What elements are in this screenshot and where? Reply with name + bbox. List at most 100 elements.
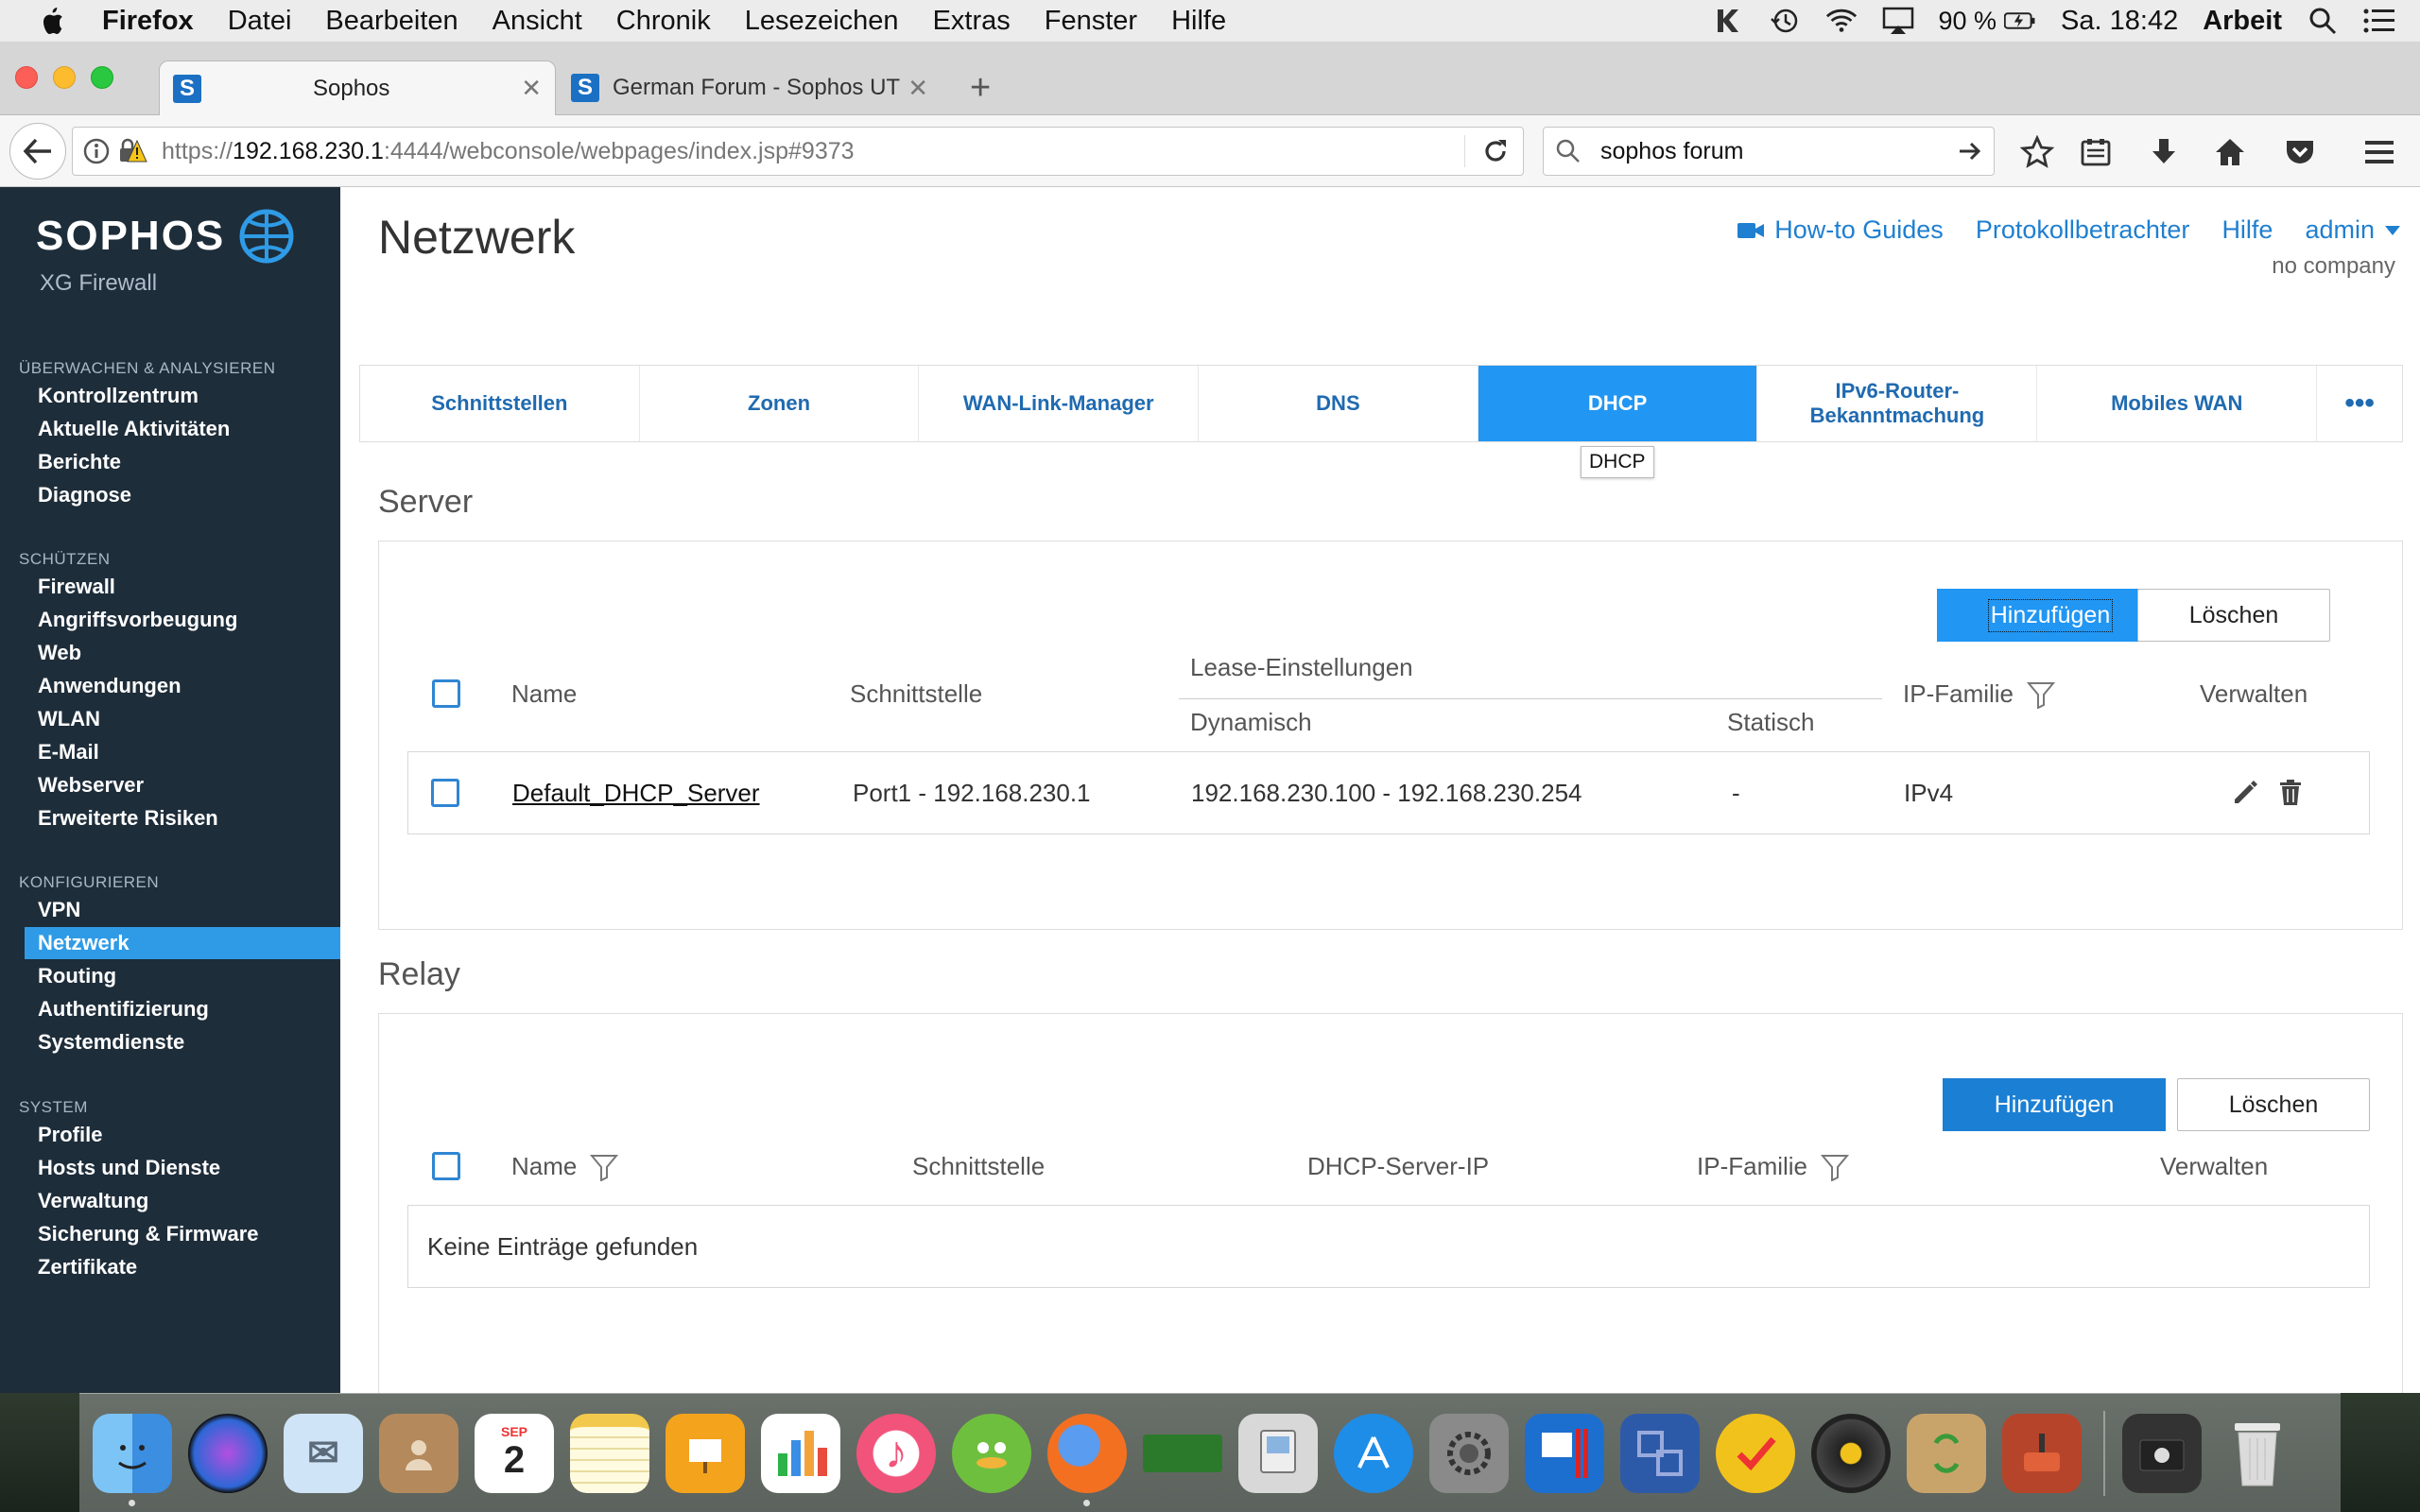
menu-fenster[interactable]: Fenster [1045, 6, 1137, 37]
reading-list-icon[interactable] [2078, 134, 2114, 170]
sidebar-item-hosts-und-dienste[interactable]: Hosts und Dienste [25, 1152, 340, 1184]
admin-menu[interactable]: admin [2305, 215, 2401, 245]
home-icon[interactable] [2212, 134, 2248, 170]
sidebar-item-kontrollzentrum[interactable]: Kontrollzentrum [25, 380, 340, 412]
virtual-network-icon[interactable] [1620, 1413, 1700, 1493]
sidebar-item-web[interactable]: Web [25, 637, 340, 669]
time-machine-icon[interactable] [1769, 5, 1801, 37]
delete-trash-icon[interactable] [2278, 779, 2303, 812]
col-header-name[interactable]: Name [511, 679, 577, 709]
itunes-icon[interactable]: ♪ [856, 1413, 936, 1493]
hamburger-menu-icon[interactable] [2361, 134, 2397, 170]
siri-icon[interactable] [188, 1413, 268, 1493]
firefox-icon[interactable] [1047, 1413, 1127, 1506]
relay-select-all-checkbox[interactable] [432, 1152, 460, 1180]
menu-ansicht[interactable]: Ansicht [493, 6, 582, 37]
new-tab-button[interactable]: + [970, 68, 991, 109]
sidebar-item-netzwerk[interactable]: Netzwerk [25, 927, 340, 959]
menu-app-firefox[interactable]: Firefox [102, 6, 194, 37]
sidebar-item-wlan[interactable]: WLAN [25, 703, 340, 735]
sidebar-item-berichte[interactable]: Berichte [25, 446, 340, 478]
col-header-ip-familie[interactable]: IP-Familie [1903, 679, 2056, 709]
filter-icon[interactable] [590, 1153, 619, 1181]
col-header-schnittstelle[interactable]: Schnittstelle [912, 1152, 1045, 1181]
window-minimize-button[interactable] [53, 66, 76, 89]
sidebar-item-routing[interactable]: Routing [25, 960, 340, 992]
trash-icon[interactable] [2218, 1414, 2297, 1493]
contacts-icon[interactable] [379, 1413, 458, 1493]
relay-delete-button[interactable]: Löschen [2177, 1078, 2370, 1131]
memory-app-icon[interactable] [1143, 1434, 1222, 1472]
vinyl-player-icon[interactable] [1811, 1413, 1891, 1493]
download-icon[interactable] [2146, 134, 2182, 170]
search-input[interactable]: sophos forum [1600, 138, 1743, 165]
tab-zonen[interactable]: Zonen [640, 366, 920, 441]
col-header-dhcp-server-ip[interactable]: DHCP-Server-IP [1307, 1152, 1489, 1181]
user-name[interactable]: Arbeit [2203, 6, 2282, 37]
spotlight-search-icon[interactable] [2307, 5, 2339, 37]
browser-tab-german-forum[interactable]: S German Forum - Sophos UTM ✕ [567, 60, 942, 115]
sidebar-item-vpn[interactable]: VPN [25, 894, 340, 926]
k-app-icon[interactable] [1712, 5, 1744, 37]
calendar-icon[interactable]: SEP 2 [475, 1413, 554, 1493]
transmit-icon[interactable] [2002, 1413, 2082, 1493]
sidebar-item-profile[interactable]: Profile [25, 1119, 340, 1151]
menu-lesezeichen[interactable]: Lesezeichen [745, 6, 899, 37]
tab-mobiles-wan[interactable]: Mobiles WAN [2037, 366, 2318, 441]
notification-center-icon[interactable] [2363, 5, 2395, 37]
menu-datei[interactable]: Datei [228, 6, 292, 37]
mail-icon[interactable]: ✉ [284, 1413, 363, 1493]
airplay-icon[interactable] [1882, 5, 1914, 37]
server-delete-button[interactable]: Löschen [2137, 589, 2330, 642]
filter-icon[interactable] [2027, 680, 2056, 709]
menu-chronik[interactable]: Chronik [616, 6, 711, 37]
server-name-link[interactable]: Default_DHCP_Server [512, 779, 760, 808]
filter-icon[interactable] [1821, 1153, 1850, 1181]
tab-ipv6-router-bekanntmachung[interactable]: IPv6-Router-Bekanntmachung [1757, 366, 2038, 441]
col-header-ip-familie[interactable]: IP-Familie [1697, 1152, 1850, 1181]
notes-icon[interactable] [570, 1413, 649, 1493]
insecure-lock-icon[interactable] [116, 137, 148, 172]
menu-bearbeiten[interactable]: Bearbeiten [325, 6, 458, 37]
sidebar-item-firewall[interactable]: Firewall [25, 571, 340, 603]
search-go-icon[interactable] [1958, 139, 1982, 163]
tab-wan-link-manager[interactable]: WAN-Link-Manager [919, 366, 1200, 441]
sidebar-item-verwaltung[interactable]: Verwaltung [25, 1185, 340, 1217]
server-select-all-checkbox[interactable] [432, 679, 460, 708]
sidebar-item-erweiterte-risiken[interactable]: Erweiterte Risiken [25, 802, 340, 834]
menu-extras[interactable]: Extras [933, 6, 1011, 37]
back-button[interactable] [9, 123, 66, 180]
reload-icon[interactable] [1481, 137, 1510, 172]
numbers-icon[interactable] [761, 1413, 840, 1493]
server-add-button[interactable]: Hinzufügen [1937, 589, 2164, 642]
sophos-logo[interactable]: SOPHOS XG Firewall [36, 208, 295, 297]
apple-folder-icon[interactable] [2122, 1413, 2202, 1493]
search-bar[interactable]: sophos forum [1543, 127, 1995, 176]
sidebar-item-webserver[interactable]: Webserver [25, 769, 340, 801]
protokollbetrachter-link[interactable]: Protokollbetrachter [1976, 215, 2190, 245]
system-preferences-icon[interactable] [1429, 1413, 1509, 1493]
window-close-button[interactable] [15, 66, 38, 89]
finder-icon[interactable] [93, 1413, 172, 1506]
url-bar[interactable]: https://192.168.230.1:4444/webconsole/we… [72, 127, 1524, 176]
tab-dhcp[interactable]: DHCP [1478, 366, 1758, 441]
howto-guides-link[interactable]: How-to Guides [1737, 215, 1944, 245]
close-tab-icon[interactable]: ✕ [521, 74, 542, 103]
bookmark-star-icon[interactable] [2019, 134, 2055, 170]
pocket-icon[interactable] [2282, 134, 2318, 170]
window-zoom-button[interactable] [91, 66, 113, 89]
sidebar-item-sicherung-firmware[interactable]: Sicherung & Firmware [25, 1218, 340, 1250]
row-checkbox[interactable] [431, 779, 459, 807]
tabs-more-button[interactable]: ••• [2317, 366, 2402, 441]
sidebar-item-authentifizierung[interactable]: Authentifizierung [25, 993, 340, 1025]
sidebar-item-aktuelle-aktivitaeten[interactable]: Aktuelle Aktivitäten [25, 413, 340, 445]
classic-mac-icon[interactable] [1238, 1413, 1318, 1493]
relay-add-button[interactable]: Hinzufügen [1943, 1078, 2166, 1131]
clock[interactable]: Sa. 18:42 [2061, 6, 2178, 37]
sidebar-item-zertifikate[interactable]: Zertifikate [25, 1251, 340, 1283]
sidebar-item-anwendungen[interactable]: Anwendungen [25, 670, 340, 702]
wifi-icon[interactable] [1825, 5, 1858, 37]
battery-icon[interactable] [2004, 5, 2036, 37]
col-header-schnittstelle[interactable]: Schnittstelle [850, 679, 982, 709]
close-tab-icon[interactable]: ✕ [908, 74, 928, 103]
